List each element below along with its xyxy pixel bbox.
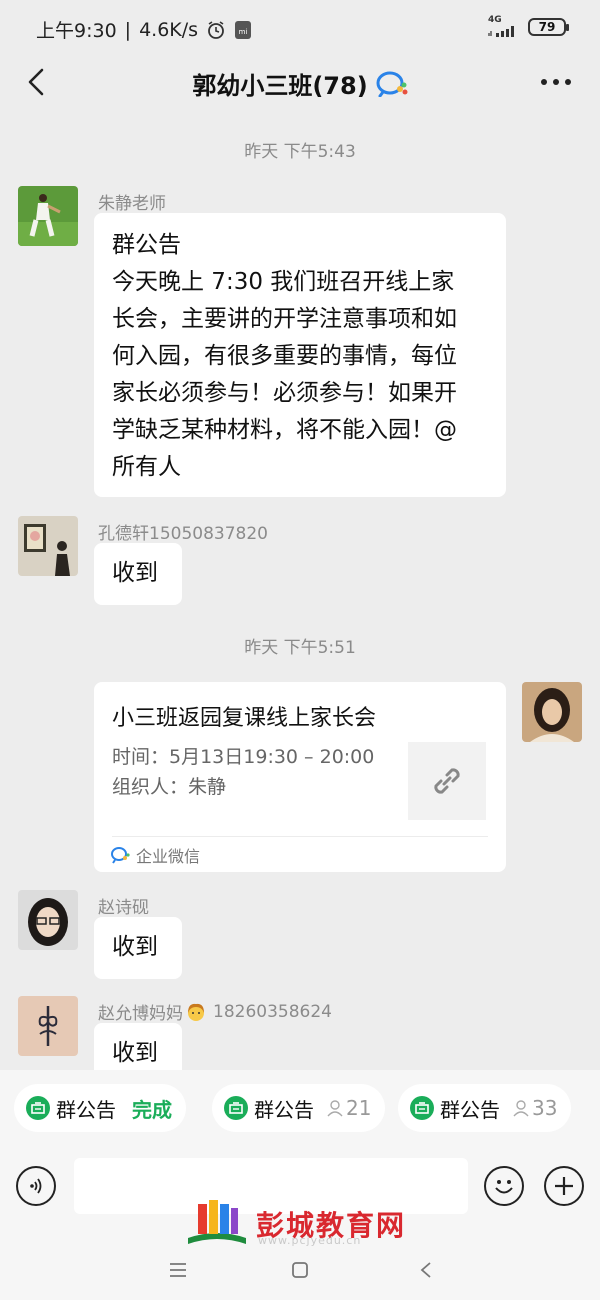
avatar-image	[18, 516, 78, 576]
status-left: 上午9:30 | 4.6K/s mi	[36, 16, 252, 43]
message-line: 所有人	[112, 454, 181, 480]
message-text: 收到	[112, 560, 158, 586]
voice-button[interactable]	[16, 1166, 56, 1206]
notice-chip-label: 群公告	[254, 1097, 314, 1122]
home-button[interactable]	[278, 1252, 322, 1288]
timestamp-separator: 昨天 下午5:51	[244, 638, 356, 658]
avatar-image	[18, 186, 78, 246]
menu-lines-icon	[170, 1263, 186, 1277]
card-source: 企业微信	[110, 843, 200, 867]
message-bubble[interactable]: 收到	[94, 543, 182, 605]
book-logo-icon	[188, 1200, 246, 1244]
plus-icon	[555, 1177, 573, 1195]
avatar[interactable]	[18, 890, 78, 950]
link-icon	[434, 768, 460, 794]
sender-name-row: 赵允博妈妈 18260358624	[98, 999, 332, 1025]
avatar[interactable]	[522, 682, 582, 742]
link-thumbnail	[408, 742, 486, 820]
alarm-icon	[208, 20, 224, 39]
notice-icon	[410, 1096, 434, 1120]
system-navigation-bar	[0, 1248, 600, 1300]
chat-title-area: 郭幼小三班(78)	[0, 66, 600, 101]
notice-chip-count: 33	[512, 1096, 557, 1120]
avatar-image	[18, 890, 78, 950]
emoji-icon	[495, 1180, 513, 1194]
message-line: 群公告	[112, 232, 181, 258]
notice-chip-count-value: 33	[532, 1096, 558, 1120]
watermark-url: www.pcjyedu.cn	[258, 1234, 362, 1247]
battery-level: 79	[538, 19, 556, 34]
message-line: 家长必须参与！必须参与！如果开	[112, 380, 457, 406]
status-time: 上午9:30	[36, 20, 117, 42]
message-line: 长会，主要讲的开学注意事项和如	[112, 306, 457, 332]
message-line: 何入园，有很多重要的事情，每位	[112, 343, 457, 369]
person-icon	[327, 1100, 343, 1117]
notice-chip-status: 完成	[132, 1097, 172, 1122]
recent-apps-button[interactable]	[156, 1252, 200, 1288]
system-back-button[interactable]	[404, 1252, 448, 1288]
meeting-organizer: 组织人：朱静	[112, 776, 227, 798]
notice-chip-label: 群公告	[440, 1097, 500, 1122]
status-separator: |	[124, 18, 132, 41]
sender-name: 朱静老师	[98, 194, 166, 214]
network-indicator: 4G	[488, 16, 518, 37]
battery-indicator: 79	[528, 17, 569, 36]
network-type: 4G	[488, 15, 502, 25]
notice-chip-count-value: 21	[346, 1096, 372, 1120]
more-actions-button[interactable]	[544, 1166, 584, 1206]
emoji-button[interactable]	[484, 1166, 524, 1206]
home-square-icon	[292, 1262, 308, 1278]
wecom-icon	[376, 71, 408, 97]
notice-chip[interactable]: 群公告 21	[212, 1084, 386, 1132]
woman-emoji-icon	[188, 1003, 204, 1021]
avatar[interactable]	[18, 516, 78, 576]
voice-icon	[30, 1178, 42, 1194]
net-speed: 4.6K/s	[139, 18, 199, 41]
svg-text:mi: mi	[239, 28, 248, 36]
chat-header: 郭幼小三班(78)	[0, 56, 600, 112]
more-dots-icon	[541, 79, 571, 85]
avatar-image	[18, 996, 78, 1056]
notice-icon	[224, 1096, 248, 1120]
notice-icon	[26, 1096, 50, 1120]
sender-phone: 18260358624	[213, 1001, 332, 1022]
mi-app-icon: mi	[235, 20, 252, 39]
meeting-card[interactable]: 小三班返园复课线上家长会 时间：5月13日19:30 – 20:00 组织人：朱…	[94, 682, 506, 872]
avatar-image	[522, 682, 582, 742]
more-options-button[interactable]	[536, 64, 576, 100]
message-line: 今天晚上 7:30 我们班召开线上家	[112, 269, 455, 295]
meeting-title: 小三班返园复课线上家长会	[112, 706, 377, 731]
site-watermark: 彭城教育网 www.pcjyedu.cn	[186, 1198, 406, 1250]
notice-chip[interactable]: 群公告 33	[398, 1084, 572, 1132]
message-bubble[interactable]: 收到	[94, 917, 182, 979]
message-text: 收到	[112, 934, 158, 960]
meeting-time: 时间：5月13日19:30 – 20:00	[112, 746, 375, 768]
signal-icon	[488, 26, 514, 37]
notice-chip[interactable]: 群公告 完成	[14, 1084, 186, 1132]
timestamp-separator: 昨天 下午5:43	[244, 142, 356, 162]
message-bubble-announcement[interactable]: 群公告 今天晚上 7:30 我们班召开线上家 长会，主要讲的开学注意事项和如 何…	[94, 213, 506, 497]
chat-title: 郭幼小三班(78)	[192, 72, 368, 100]
card-source-label: 企业微信	[136, 847, 201, 866]
back-chevron-icon	[420, 1262, 431, 1278]
message-text: 收到	[112, 1040, 158, 1066]
avatar[interactable]	[18, 996, 78, 1056]
notice-chip-count: 21	[326, 1096, 371, 1120]
status-right: 4G 79	[488, 16, 569, 37]
card-divider	[112, 836, 488, 837]
message-line: 学缺乏某种材料，将不能入园！@	[112, 417, 457, 443]
avatar[interactable]	[18, 186, 78, 246]
wecom-icon	[111, 847, 130, 864]
status-bar: 上午9:30 | 4.6K/s mi 4G 79	[0, 0, 600, 56]
sender-name: 赵诗砚	[98, 898, 149, 918]
sender-name: 孔德轩15050837820	[98, 524, 268, 544]
sender-name: 赵允博妈妈	[98, 1004, 183, 1024]
notice-chip-label: 群公告	[56, 1097, 116, 1122]
person-icon	[513, 1100, 529, 1117]
